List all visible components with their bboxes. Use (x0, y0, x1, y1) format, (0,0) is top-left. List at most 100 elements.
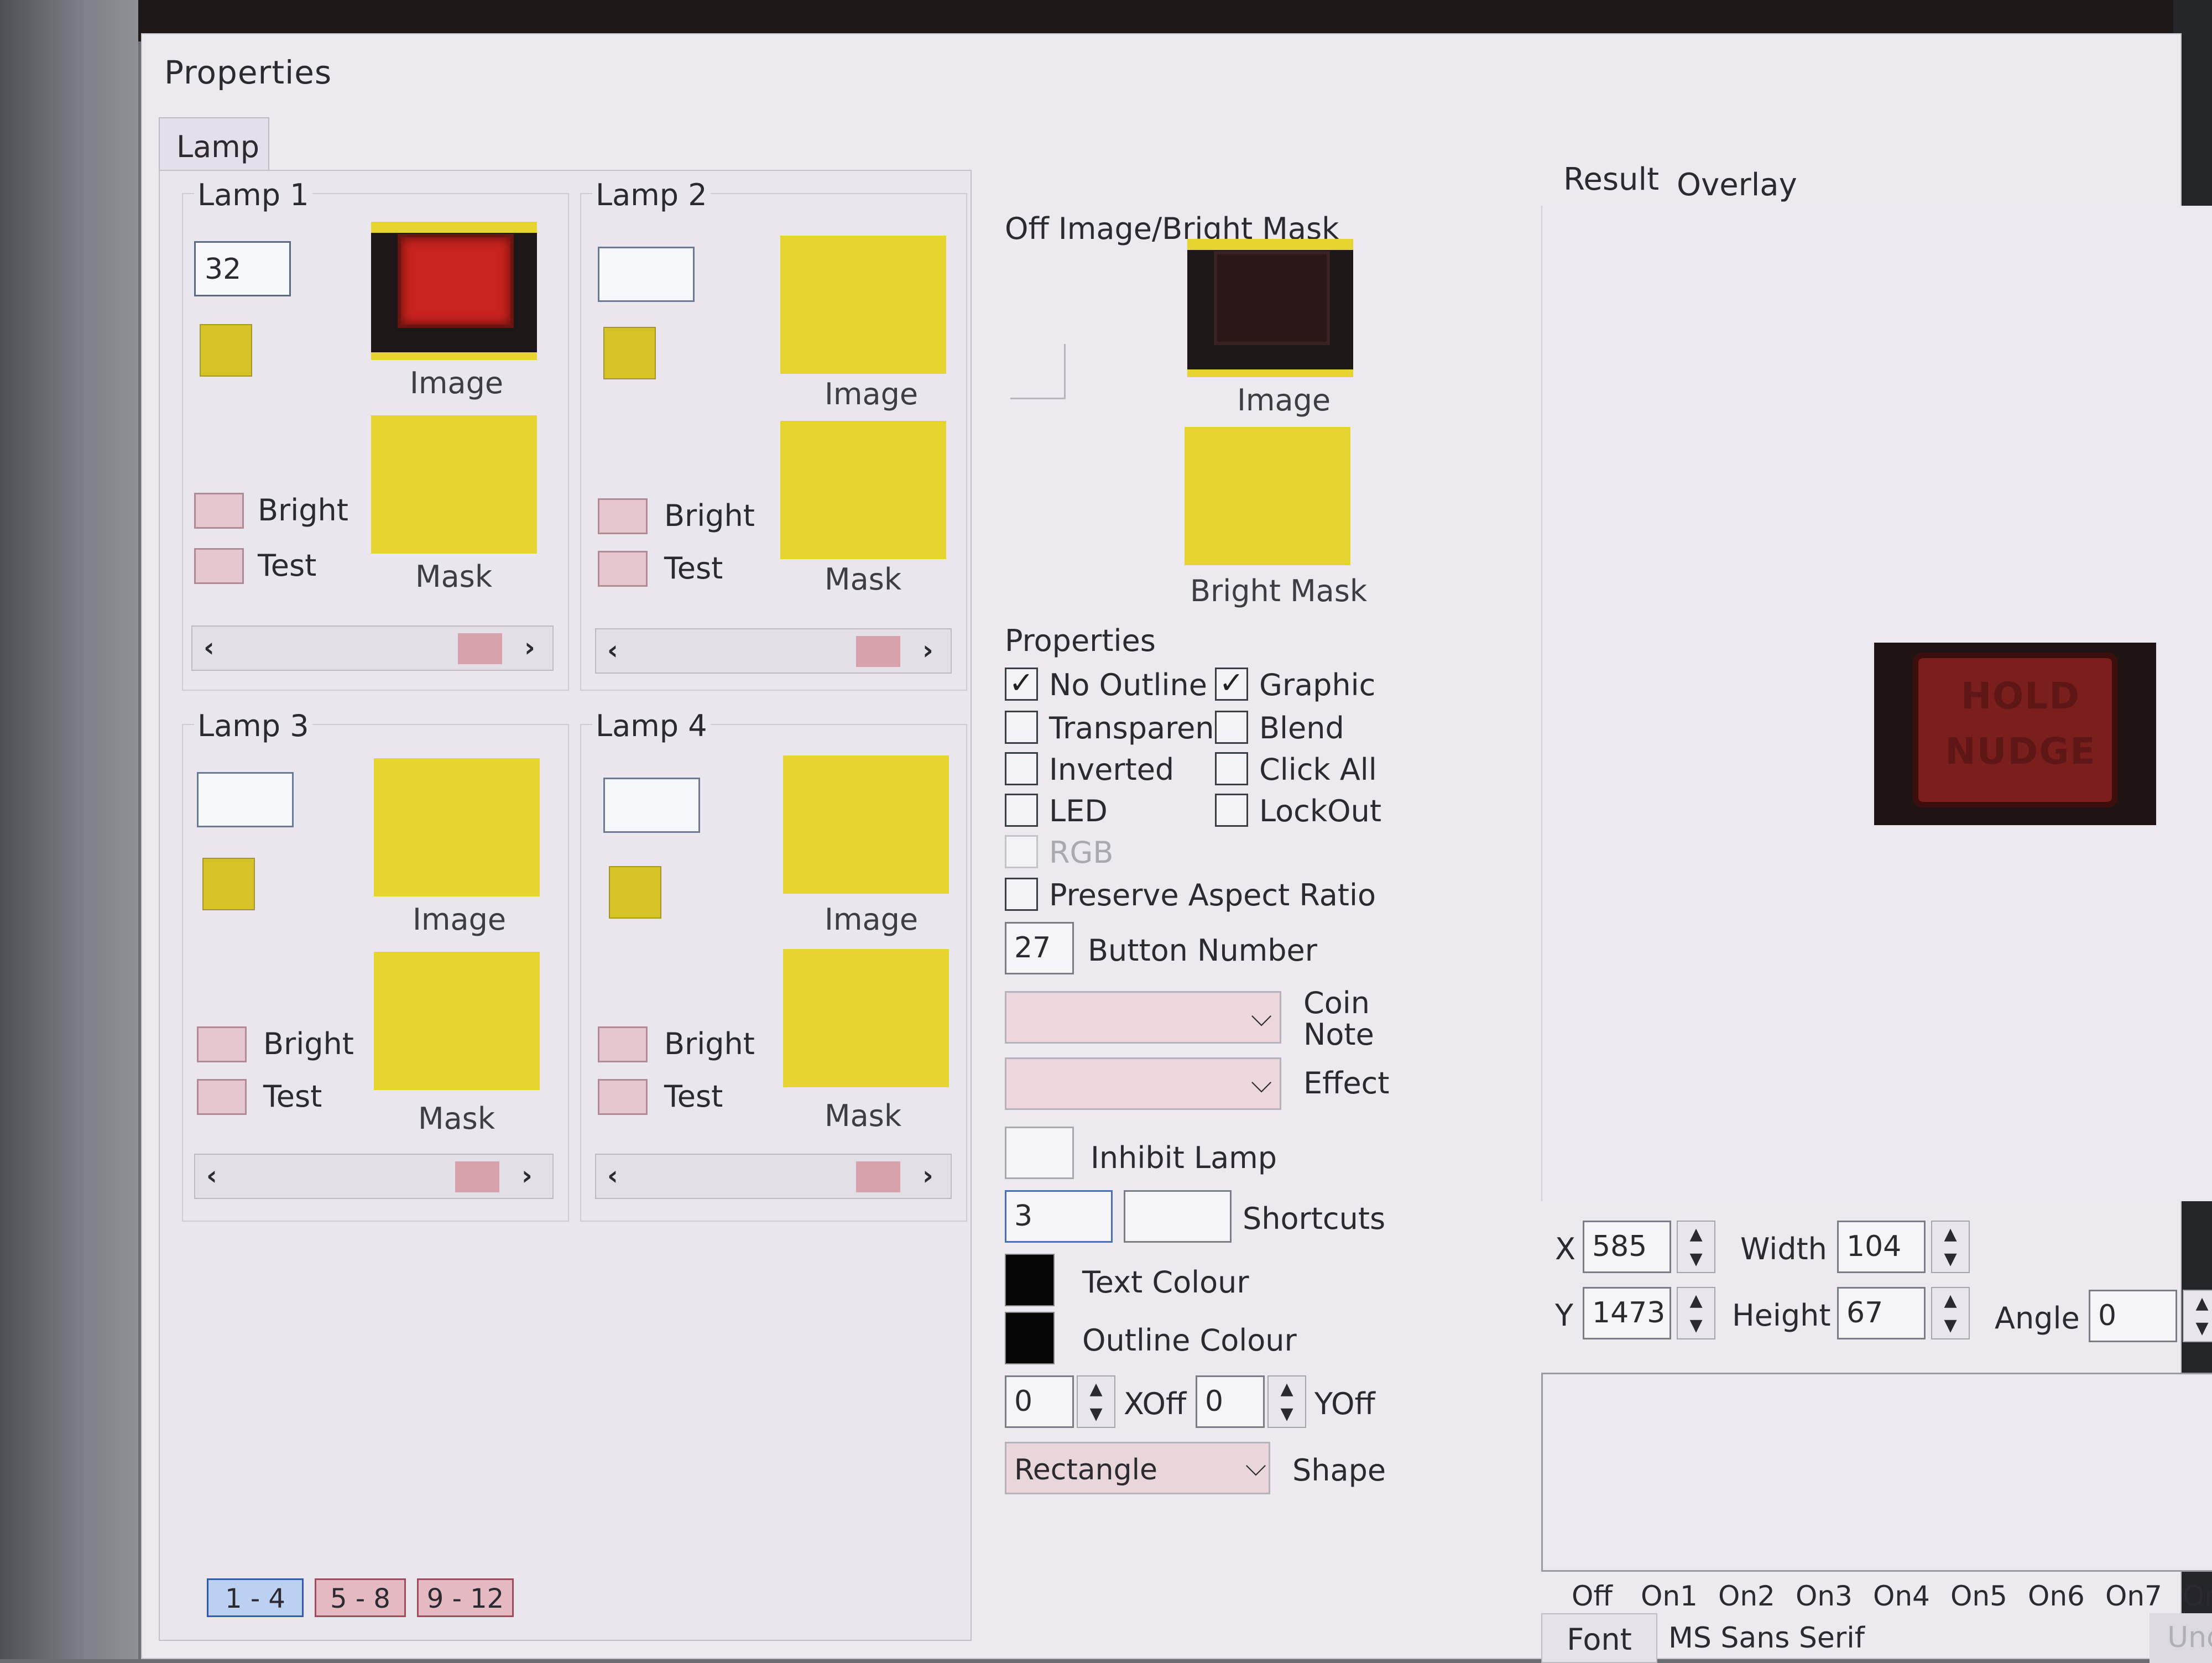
state-tab-on8[interactable]: On8 (2183, 1580, 2212, 1612)
inverted-checkbox[interactable] (1005, 752, 1038, 785)
scroll-right-arrow-icon[interactable]: › (922, 635, 933, 666)
state-tab-off[interactable]: Off (1572, 1580, 1613, 1612)
yoff-input[interactable]: 0 (1196, 1375, 1265, 1428)
lamp-1-bright-checkbox[interactable] (194, 493, 244, 529)
result-preview-area: HOLD NUDGE (1541, 206, 2212, 1201)
width-label: Width (1740, 1232, 1827, 1266)
lamp-2-number-field[interactable] (598, 247, 695, 302)
scroll-left-arrow-icon[interactable]: ‹ (204, 632, 215, 663)
lamp-2-test-checkbox[interactable] (598, 551, 648, 587)
x-input[interactable]: 585 (1583, 1221, 1671, 1273)
lamp-4-colour-swatch[interactable] (609, 866, 661, 919)
coin-note-dropdown[interactable]: ⌵ (1005, 991, 1281, 1044)
shape-dropdown[interactable]: Rectangle (1005, 1442, 1270, 1494)
lamp-3-colour-swatch[interactable] (202, 858, 255, 910)
lamp-2-mask[interactable] (780, 421, 946, 559)
led-checkbox[interactable] (1005, 794, 1038, 827)
xoff-spinner[interactable]: ▲ ▼ (1077, 1375, 1115, 1428)
state-tab-on6[interactable]: On6 (2028, 1580, 2085, 1612)
angle-input[interactable]: 0 (2089, 1290, 2177, 1342)
lamp-3-image[interactable] (374, 758, 540, 896)
lamp-3-mask[interactable] (374, 952, 540, 1090)
lamp-1-test-checkbox[interactable] (194, 548, 244, 584)
tab-overlay[interactable]: Overlay (1677, 167, 1797, 203)
page-button-9-12[interactable]: 9 - 12 (417, 1578, 514, 1617)
lamp-4-test-checkbox[interactable] (598, 1079, 648, 1115)
xoff-input[interactable]: 0 (1005, 1375, 1074, 1428)
bright-mask-image[interactable] (1185, 427, 1350, 565)
x-spinner[interactable]: ▲ ▼ (1677, 1221, 1715, 1273)
width-spinner[interactable]: ▲ ▼ (1931, 1221, 1970, 1273)
lamp-1-image[interactable] (371, 222, 537, 360)
blend-checkbox[interactable] (1215, 711, 1248, 744)
scroll-right-arrow-icon[interactable]: › (524, 632, 535, 663)
state-tab-on7[interactable]: On7 (2105, 1580, 2162, 1612)
scroll-left-arrow-icon[interactable]: ‹ (607, 1160, 618, 1191)
lockout-checkbox[interactable] (1215, 794, 1248, 827)
effect-dropdown[interactable]: ⌵ (1005, 1057, 1281, 1110)
height-input[interactable]: 67 (1837, 1287, 1926, 1339)
shortcut-input-1[interactable]: 3 (1005, 1190, 1113, 1243)
scroll-thumb[interactable] (455, 1161, 499, 1192)
lamp-2-scrollbar[interactable]: ‹ › (595, 628, 952, 674)
button-number-input[interactable]: 27 (1005, 922, 1074, 974)
angle-spinner[interactable]: ▲ ▼ (2183, 1290, 2212, 1342)
scroll-thumb[interactable] (458, 633, 502, 664)
lamp-3-bright-checkbox[interactable] (197, 1026, 247, 1062)
text-colour-swatch[interactable] (1005, 1254, 1055, 1306)
click-all-checkbox[interactable] (1215, 752, 1248, 785)
lamp-2-image[interactable] (780, 236, 946, 374)
lamp-4-number-field[interactable] (603, 778, 700, 833)
scroll-right-arrow-icon[interactable]: › (521, 1160, 533, 1191)
lamp-4-mask[interactable] (783, 949, 949, 1087)
lamp-1-scrollbar[interactable]: ‹ › (191, 625, 554, 671)
led-label: LED (1049, 794, 1108, 828)
inhibit-lamp-input[interactable] (1005, 1127, 1074, 1179)
outline-colour-swatch[interactable] (1005, 1312, 1055, 1364)
state-tab-on2[interactable]: On2 (1718, 1580, 1775, 1612)
chevron-down-icon[interactable]: ⌵ (1251, 1067, 1272, 1099)
lamp-3-test-checkbox[interactable] (197, 1079, 247, 1115)
lamp-1-colour-swatch[interactable] (200, 324, 252, 377)
lamp-2-colour-swatch[interactable] (603, 327, 656, 379)
lamp-3-number-field[interactable] (197, 772, 294, 827)
state-tab-on5[interactable]: On5 (1950, 1580, 2007, 1612)
shortcuts-label: Shortcuts (1243, 1201, 1386, 1236)
lamp-2-bright-checkbox[interactable] (598, 498, 648, 534)
scroll-left-arrow-icon[interactable]: ‹ (607, 635, 618, 666)
lamp-1-mask[interactable] (371, 415, 537, 554)
font-button[interactable]: Font (1541, 1613, 1657, 1663)
no-outline-checkbox[interactable]: ✓ (1005, 668, 1038, 701)
scroll-right-arrow-icon[interactable]: › (922, 1160, 933, 1191)
width-input[interactable]: 104 (1837, 1221, 1926, 1273)
lamp-4-bright-checkbox[interactable] (598, 1026, 648, 1062)
state-tab-on3[interactable]: On3 (1796, 1580, 1853, 1612)
lamp-text-area[interactable] (1541, 1373, 2212, 1572)
lamp-4-image[interactable] (783, 755, 949, 894)
scroll-thumb[interactable] (856, 636, 900, 667)
scroll-left-arrow-icon[interactable]: ‹ (206, 1160, 217, 1191)
chevron-down-icon[interactable]: ⌵ (1251, 1000, 1272, 1033)
y-spinner[interactable]: ▲ ▼ (1677, 1287, 1715, 1339)
lamp-1-number-field[interactable]: 32 (194, 241, 291, 296)
preserve-aspect-checkbox[interactable] (1005, 878, 1038, 911)
shortcut-input-2[interactable] (1124, 1190, 1232, 1243)
graphic-checkbox[interactable]: ✓ (1215, 668, 1248, 701)
lamp-3-scrollbar[interactable]: ‹ › (194, 1154, 554, 1199)
lamp-4-scrollbar[interactable]: ‹ › (595, 1154, 952, 1199)
y-input[interactable]: 1473 (1583, 1287, 1671, 1339)
chevron-down-icon[interactable]: ⌵ (1245, 1450, 1266, 1483)
state-tab-on1[interactable]: On1 (1641, 1580, 1698, 1612)
tab-result[interactable]: Result (1563, 161, 1659, 197)
lamp-preview-image[interactable]: HOLD NUDGE (1874, 643, 2156, 825)
transparent-checkbox[interactable] (1005, 711, 1038, 744)
yoff-spinner[interactable]: ▲ ▼ (1267, 1375, 1306, 1428)
page-button-5-8[interactable]: 5 - 8 (315, 1578, 406, 1617)
state-tab-on4[interactable]: On4 (1873, 1580, 1930, 1612)
tab-lamp[interactable]: Lamp (159, 117, 269, 170)
page-button-1-4[interactable]: 1 - 4 (207, 1578, 304, 1617)
height-spinner[interactable]: ▲ ▼ (1931, 1287, 1970, 1339)
scroll-thumb[interactable] (856, 1161, 900, 1192)
off-image[interactable] (1187, 239, 1353, 377)
rgb-checkbox (1005, 835, 1038, 868)
